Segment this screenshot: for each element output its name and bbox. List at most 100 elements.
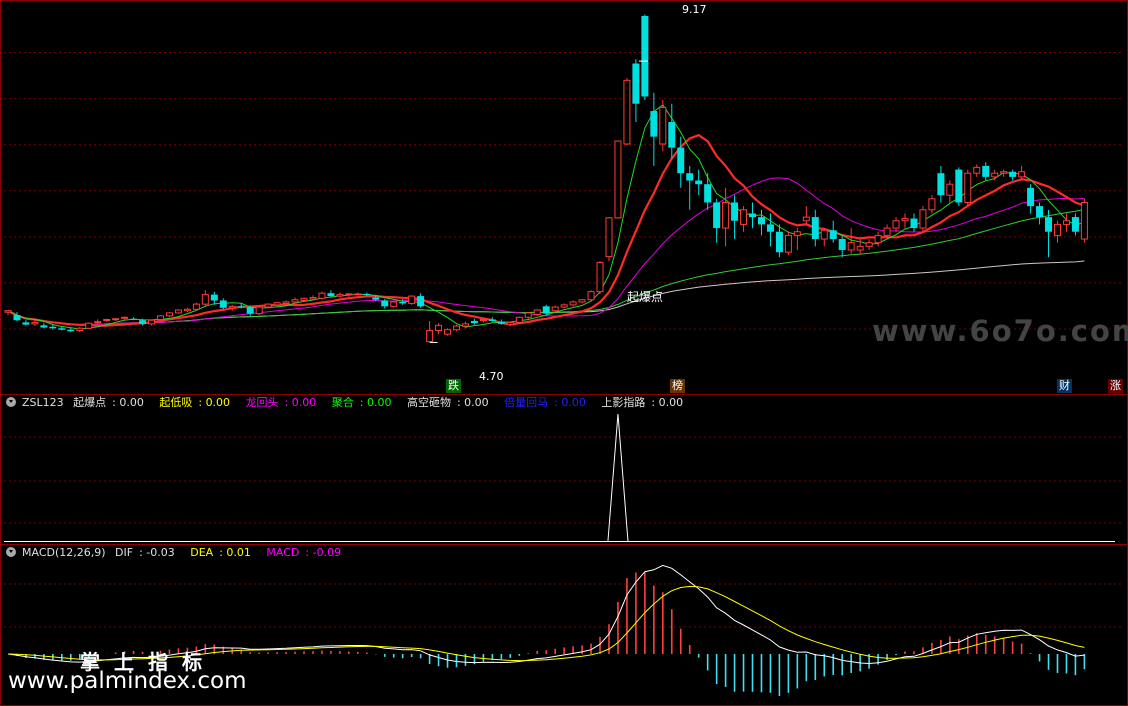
candle-body <box>345 293 353 296</box>
candle-body <box>318 292 326 299</box>
high-price-label: 9.17 <box>682 3 707 16</box>
candle-body <box>219 300 227 308</box>
candle-body <box>614 140 622 219</box>
candle-body <box>174 309 182 314</box>
badge-drop[interactable]: 跌 <box>446 379 461 393</box>
signal-label: 起爆点 <box>627 290 664 304</box>
candle-body <box>551 306 559 312</box>
candle-body <box>49 326 57 329</box>
site-url-watermark: www.palmindex.com <box>8 668 247 694</box>
candle-body <box>300 297 308 301</box>
candle-body <box>85 322 93 329</box>
candle-body <box>704 184 712 203</box>
candle-body <box>444 329 452 335</box>
candle-body <box>470 320 478 324</box>
candle-body <box>417 296 425 307</box>
candle-body <box>130 318 138 320</box>
ma20-line <box>7 177 1085 326</box>
candle-body <box>479 318 487 321</box>
candle-body <box>632 63 640 104</box>
legend-value: -0.09 <box>312 546 342 559</box>
candle-body <box>336 294 344 297</box>
candle-body <box>1071 217 1079 232</box>
candle-body <box>766 224 774 232</box>
legend-name: 龙回头 <box>245 396 279 409</box>
badge-rank[interactable]: 榜 <box>670 379 685 393</box>
candle-body <box>919 209 927 229</box>
candle-body <box>327 293 335 297</box>
candle-body <box>372 297 380 300</box>
candle-body <box>991 172 999 178</box>
candle-body <box>426 329 434 342</box>
legend-value: -0.03 <box>146 546 175 559</box>
low-price-label: 4.70 <box>479 370 504 383</box>
candle-body <box>533 309 541 315</box>
candle-body <box>506 321 514 326</box>
candle-body <box>668 122 676 148</box>
candle-body <box>148 319 156 325</box>
candle-body <box>210 294 218 301</box>
candle-body <box>695 180 703 185</box>
candle-body <box>461 323 469 327</box>
candle-body <box>955 169 963 203</box>
indicator-legend: ZSL123 起爆点: 0.00 起低吸: 0.00 龙回头: 0.00 聚合:… <box>6 396 695 410</box>
candle-body <box>363 293 371 295</box>
candle-body <box>435 324 443 331</box>
legend-name: 起爆点 <box>73 396 107 409</box>
candle-body <box>946 183 954 196</box>
candle-body <box>67 329 75 332</box>
candle-body <box>22 322 30 325</box>
candle-body <box>587 291 595 301</box>
candle-body <box>165 312 173 317</box>
candle-body <box>4 310 12 313</box>
candle-body <box>112 318 120 321</box>
legend-name: DEA <box>190 546 214 559</box>
legend-name: 上影指路 <box>601 396 646 409</box>
candle-body <box>722 201 730 229</box>
candle-body <box>1080 201 1088 240</box>
candle-body <box>264 303 272 308</box>
window-border <box>0 0 1128 706</box>
legend-value: 0.00 <box>658 396 684 409</box>
candle-body <box>354 293 362 296</box>
candle-body <box>488 319 496 321</box>
candle-body <box>399 301 407 304</box>
chevron-down-icon[interactable] <box>6 547 16 557</box>
legend-name: 聚合 <box>331 396 354 409</box>
candle-body <box>802 216 810 222</box>
candle-body <box>309 297 317 300</box>
candle-body <box>282 301 290 304</box>
site-logo-watermark: www.6o7o.com <box>872 314 1128 348</box>
candle-body <box>94 321 102 324</box>
chevron-down-icon[interactable] <box>6 397 16 407</box>
candle-body <box>784 234 792 253</box>
candle-body <box>650 111 658 137</box>
candle-body <box>847 242 855 251</box>
badge-finance[interactable]: 财 <box>1057 379 1072 393</box>
candle-body <box>623 79 631 145</box>
candle-body <box>874 234 882 244</box>
candle-body <box>408 295 416 304</box>
macd-title: MACD(12,26,9) <box>22 546 106 559</box>
candle-body <box>524 312 532 318</box>
candle-body <box>58 328 66 330</box>
badge-limit-up[interactable]: 涨 <box>1108 379 1123 393</box>
candle-body <box>1018 171 1026 178</box>
candle-body <box>183 308 191 312</box>
candle-body <box>1027 187 1035 207</box>
candle-body <box>156 315 164 320</box>
legend-value: 0.01 <box>226 546 251 559</box>
candle-body <box>973 166 981 174</box>
candle-body <box>775 231 783 253</box>
candle-body <box>192 303 200 310</box>
legend-value: 0.00 <box>205 396 231 409</box>
candle-body <box>659 106 667 145</box>
candle-body <box>982 165 990 177</box>
candle-body <box>596 261 604 293</box>
legend-name: DIF <box>115 546 134 559</box>
candle-body <box>838 239 846 251</box>
candle-body <box>964 172 972 203</box>
candle-body <box>40 325 48 328</box>
legend-value: 0.00 <box>366 396 392 409</box>
candle-body <box>139 320 147 324</box>
